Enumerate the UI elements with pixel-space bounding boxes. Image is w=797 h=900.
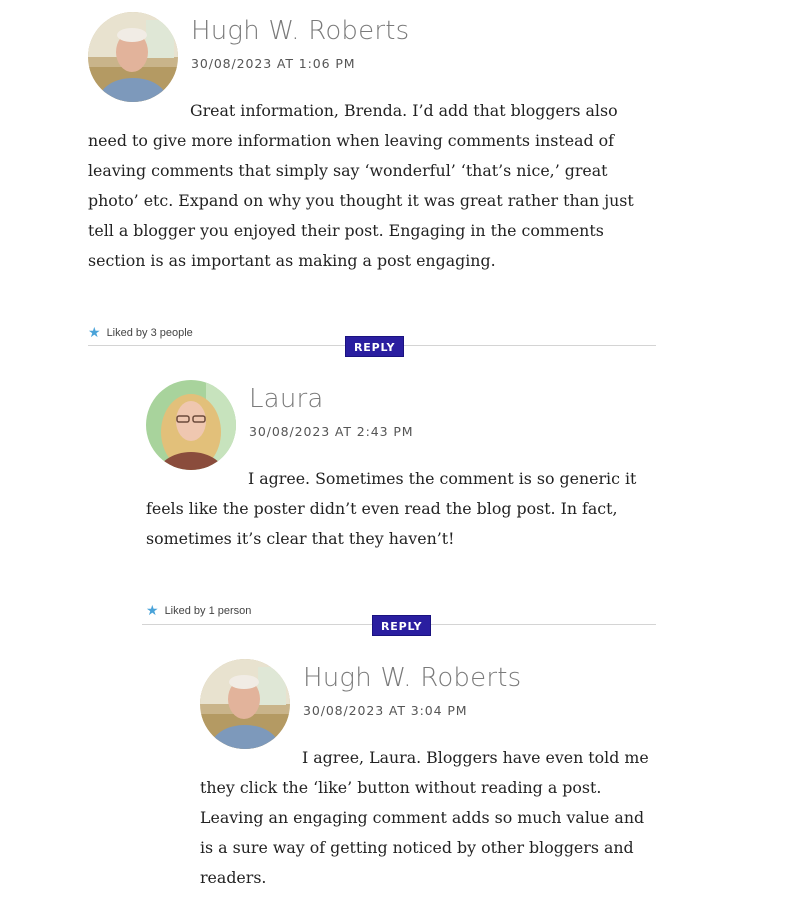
avatar[interactable] [200, 659, 290, 749]
likes-summary[interactable]: ★ Liked by 1 person [146, 602, 251, 619]
star-icon: ★ [88, 324, 101, 340]
comment-text: I agree. Sometimes the comment is so gen… [146, 464, 658, 554]
avatar[interactable] [146, 380, 236, 470]
comment-date[interactable]: 30/08/2023 AT 3:04 PM [303, 703, 467, 718]
comment-date[interactable]: 30/08/2023 AT 1:06 PM [191, 56, 355, 71]
comment-text-content: I agree. Sometimes the comment is so gen… [146, 469, 637, 548]
comment-author[interactable]: Laura [249, 384, 324, 414]
reply-button[interactable]: REPLY [345, 336, 405, 357]
star-icon: ★ [146, 602, 159, 618]
likes-label: Liked by 1 person [164, 605, 252, 617]
comment-text-content: Great information, Brenda. I’d add that … [88, 101, 634, 270]
reply-button[interactable]: REPLY [372, 615, 432, 636]
comment-text: I agree, Laura. Bloggers have even told … [200, 743, 660, 893]
likes-summary[interactable]: ★ Liked by 3 people [88, 324, 193, 341]
likes-label: Liked by 3 people [106, 327, 193, 339]
comment-author[interactable]: Hugh W. Roberts [303, 663, 521, 693]
comment-text-content: I agree, Laura. Bloggers have even told … [200, 748, 649, 887]
comment-date[interactable]: 30/08/2023 AT 2:43 PM [249, 424, 413, 439]
avatar[interactable] [88, 12, 178, 102]
comment-author[interactable]: Hugh W. Roberts [191, 16, 409, 46]
comment-text: Great information, Brenda. I’d add that … [88, 96, 656, 276]
